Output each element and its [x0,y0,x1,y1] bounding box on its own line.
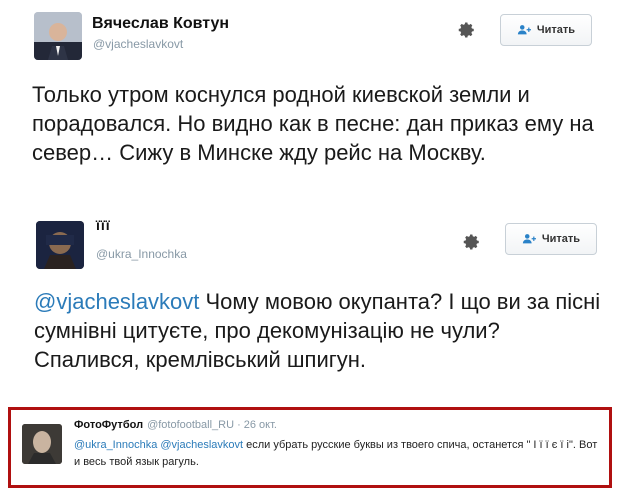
author-name[interactable]: ïïï [96,217,111,233]
follow-button[interactable]: Читать [505,223,597,255]
follow-button-label: Читать [541,233,581,245]
tweet: Вячеслав Ковтун @vjacheslavkovt Читать Т… [0,0,620,205]
person-add-icon [522,233,536,245]
reply-header: ФотоФутбол @fotofootball_RU · 26 окт. [74,419,277,431]
tweet-text: Только утром коснулся родной киевской зе… [32,82,594,165]
reply-timestamp[interactable]: 26 окт. [244,419,277,431]
author-handle[interactable]: @vjacheslavkovt [93,37,183,51]
mention-link[interactable]: @ukra_Innochka [74,439,157,451]
follow-button[interactable]: Читать [500,14,592,46]
author-avatar[interactable] [34,12,82,60]
author-avatar[interactable] [36,221,84,269]
tweet: ïïï @ukra_Innochka Читать @vjacheslavkov… [0,205,620,405]
author-handle[interactable]: @ukra_Innochka [96,247,187,261]
person-add-icon [517,24,531,36]
reply-tweet-card: ФотоФутбол @fotofootball_RU · 26 окт. @ukra… [8,407,612,488]
reply-author-handle[interactable]: @fotofootball_RU [147,419,234,431]
gear-icon[interactable] [463,233,481,251]
reply-text: @ukra_Innochka @vjacheslavkovt если убра… [74,437,604,471]
mention-link[interactable]: @vjacheslavkovt [34,289,199,314]
gear-icon[interactable] [458,21,476,39]
separator-dot: · [237,419,241,431]
tweet-text: @vjacheslavkovt Чому мовою окупанта? І щ… [34,287,604,374]
follow-button-label: Читать [536,24,576,36]
reply-author-name[interactable]: ФотоФутбол [74,419,143,431]
reply-author-avatar[interactable] [22,424,62,464]
mention-link[interactable]: @vjacheslavkovt [160,439,243,451]
author-name[interactable]: Вячеслав Ковтун [92,15,229,33]
